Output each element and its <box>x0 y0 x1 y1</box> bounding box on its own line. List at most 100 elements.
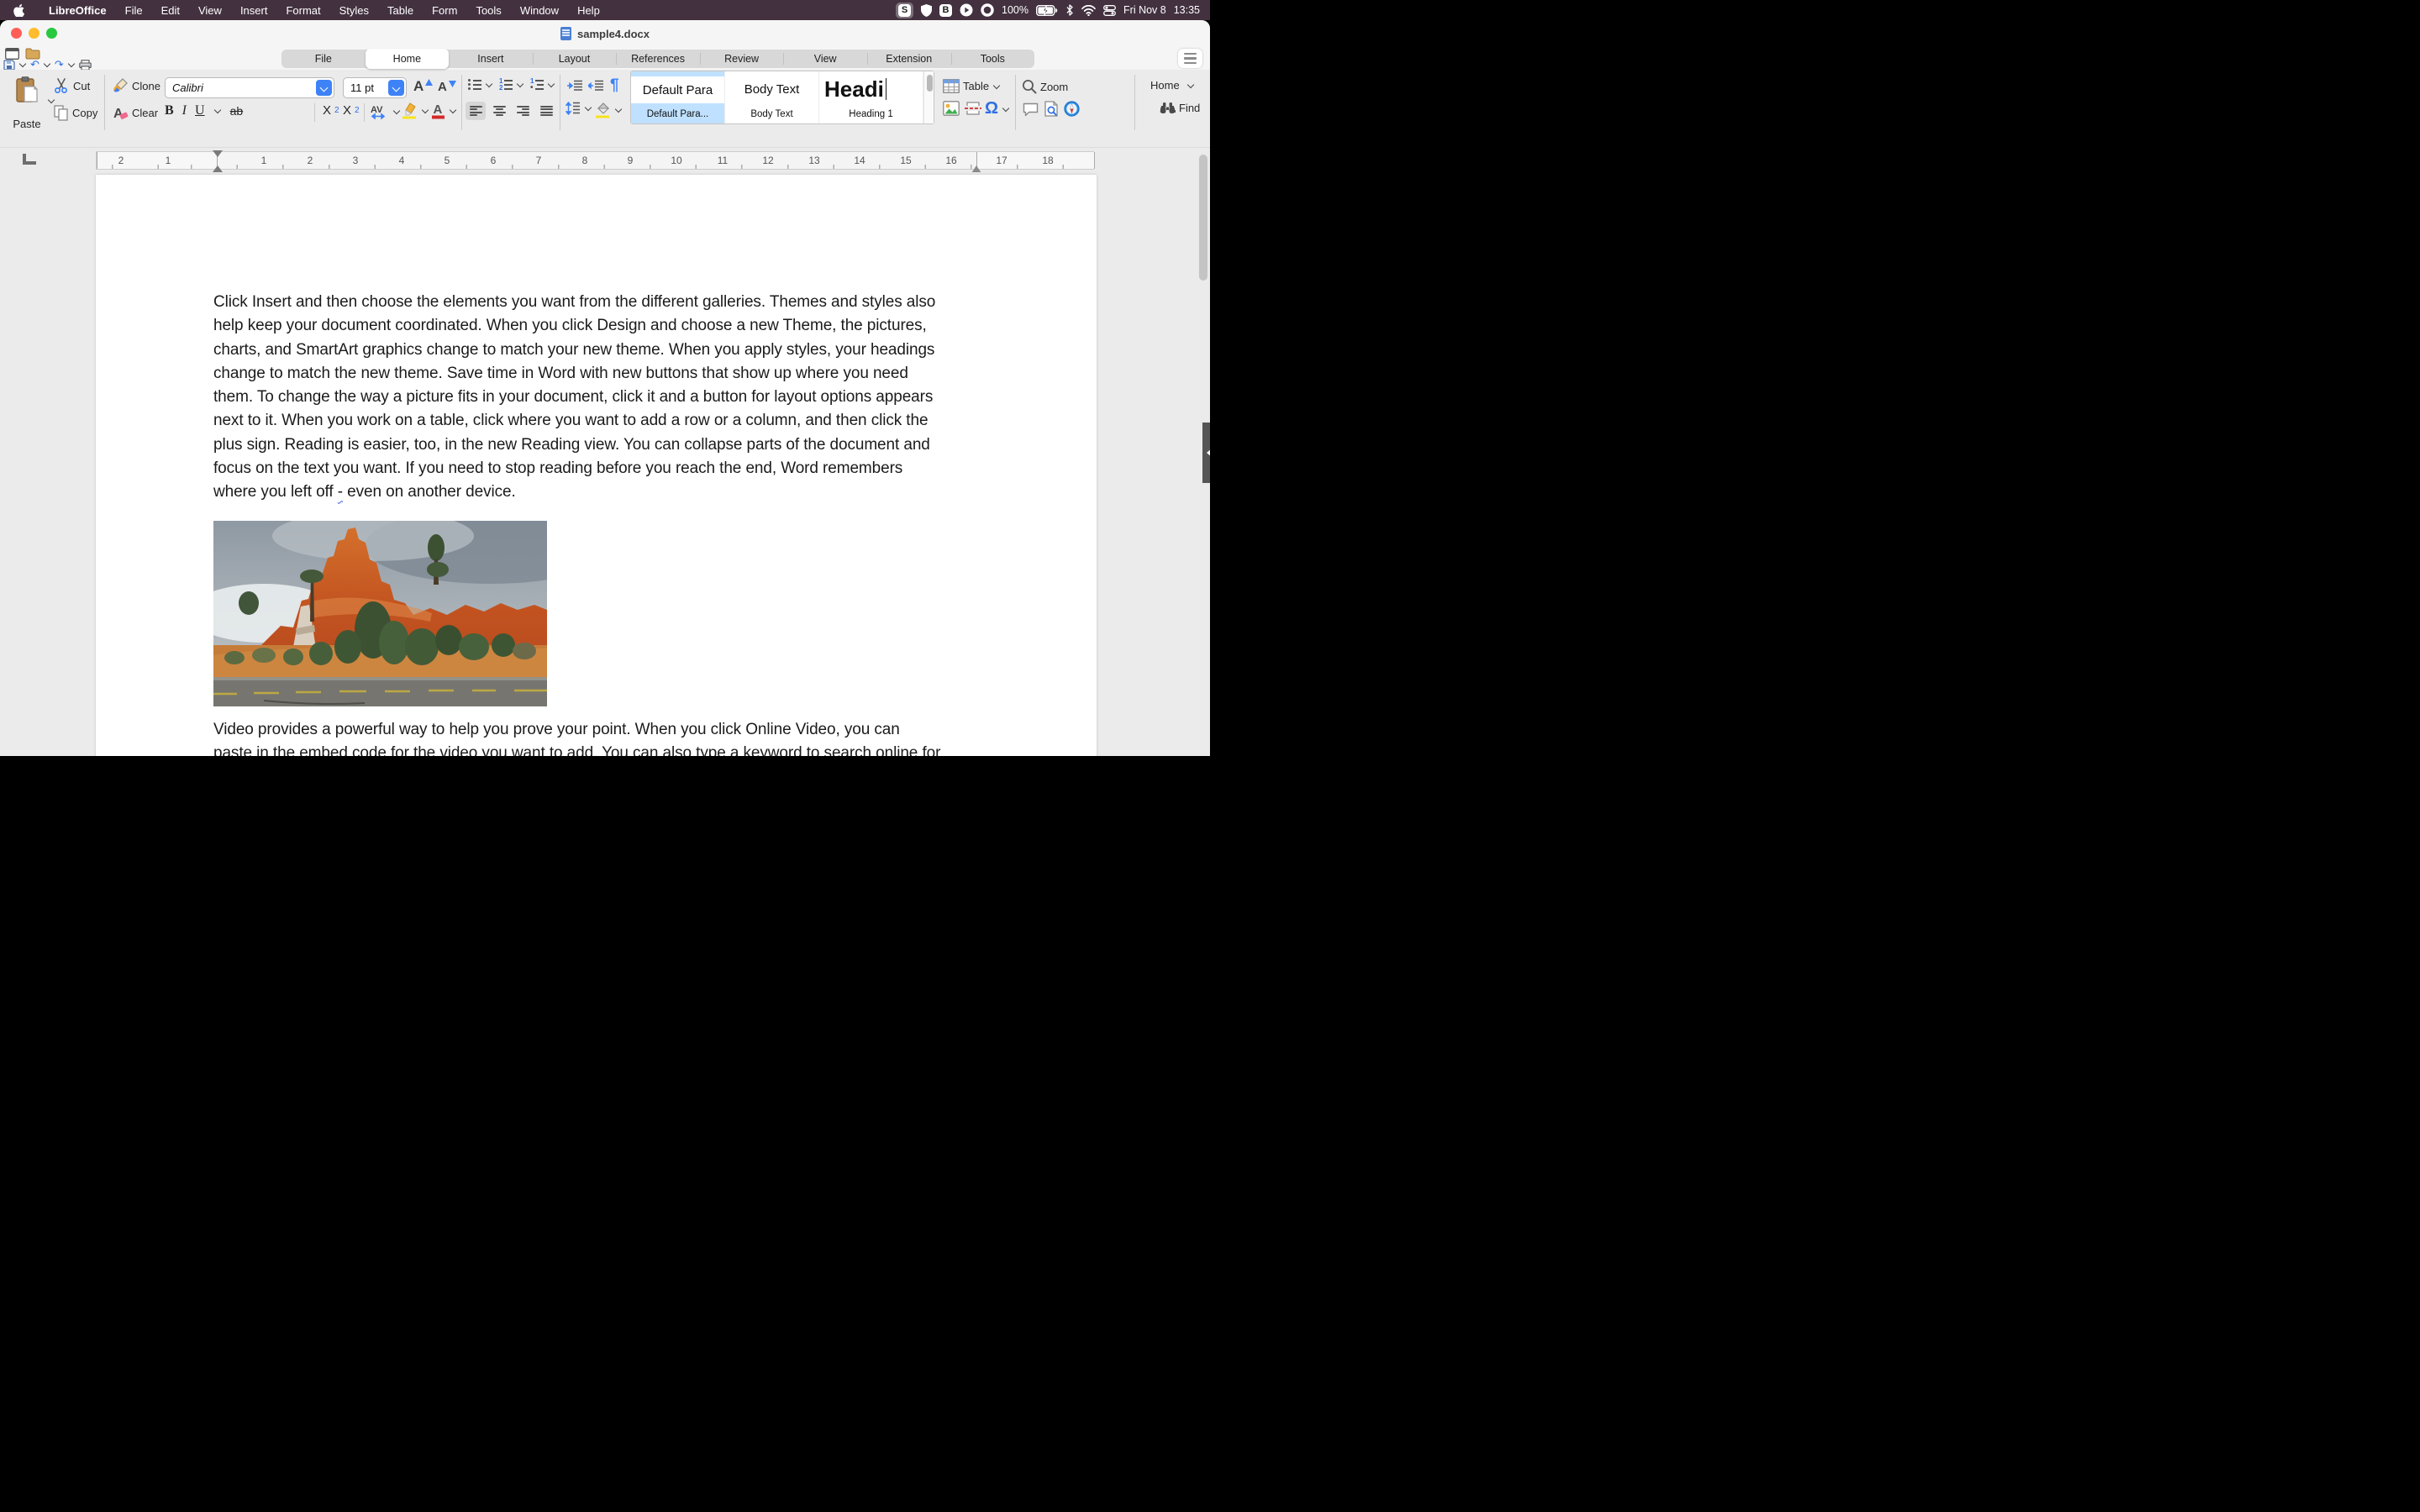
paragraph-background-button[interactable] <box>595 101 623 118</box>
line-spacing-dropdown-icon[interactable] <box>584 104 592 113</box>
save-dropdown-icon[interactable] <box>18 60 27 69</box>
template-icon[interactable] <box>5 48 19 60</box>
tab-file[interactable]: File <box>281 50 366 68</box>
menu-window[interactable]: Window <box>511 4 568 17</box>
font-size-combobox[interactable]: 11 pt <box>343 77 407 98</box>
style-heading-1[interactable]: Headi Heading 1 <box>819 71 923 123</box>
tab-home[interactable]: Home <box>366 49 450 69</box>
control-center-icon[interactable] <box>1103 5 1116 16</box>
decrease-indent-button[interactable] <box>588 80 604 92</box>
find-button[interactable]: Find <box>1160 102 1200 114</box>
insert-page-break-button[interactable] <box>965 101 981 116</box>
menu-file[interactable]: File <box>116 4 152 17</box>
tab-insert[interactable]: Insert <box>449 50 533 68</box>
underline-dropdown-icon[interactable] <box>213 107 222 115</box>
menu-tools[interactable]: Tools <box>466 4 510 17</box>
menu-format[interactable]: Format <box>276 4 329 17</box>
redo-dropdown-icon[interactable] <box>67 60 76 69</box>
formatting-marks-button[interactable]: ¶ <box>610 76 619 95</box>
menu-edit[interactable]: Edit <box>152 4 189 17</box>
font-color-button[interactable]: A <box>431 102 457 119</box>
grow-font-button[interactable]: A <box>413 78 433 95</box>
numbered-list-button[interactable]: 12 <box>499 80 524 90</box>
style-body-text[interactable]: Body Text Body Text <box>725 71 819 123</box>
menu-table[interactable]: Table <box>378 4 423 17</box>
tab-review[interactable]: Review <box>700 50 784 68</box>
styles-gallery-scrollbar[interactable] <box>923 71 934 123</box>
underline-button[interactable]: U <box>195 103 205 118</box>
right-indent-marker[interactable] <box>971 160 981 173</box>
shrink-font-button[interactable]: A <box>438 80 456 94</box>
align-center-button[interactable] <box>489 102 509 120</box>
special-character-button[interactable]: Ω <box>985 99 1010 118</box>
justify-button[interactable] <box>536 102 556 120</box>
bold-button[interactable]: B <box>165 103 174 118</box>
horizontal-ruler[interactable]: 2 1 1 2 3 4 5 6 7 8 9 10 11 12 13 14 15 … <box>96 151 1094 170</box>
font-size-dropdown-icon[interactable] <box>388 80 404 96</box>
print-icon[interactable] <box>79 60 92 71</box>
menu-help[interactable]: Help <box>568 4 609 17</box>
title-bar[interactable]: sample4.docx <box>0 20 1210 47</box>
char-spacing-dropdown-icon[interactable] <box>392 108 401 116</box>
insert-table-button[interactable]: Table <box>943 79 1001 93</box>
font-name-dropdown-icon[interactable] <box>316 80 332 96</box>
menubar-date[interactable]: Fri Nov 8 <box>1123 4 1166 16</box>
italic-button[interactable]: I <box>182 103 187 118</box>
tab-layout[interactable]: Layout <box>533 50 617 68</box>
highlight-dropdown-icon[interactable] <box>421 107 429 115</box>
save-icon[interactable] <box>3 60 15 71</box>
clear-formatting-button[interactable]: A Clear <box>113 105 158 121</box>
char-spacing-button[interactable]: AV <box>371 103 401 119</box>
document-view[interactable]: Click Insert and then choose the element… <box>0 172 1210 756</box>
paste-button[interactable]: Paste <box>5 75 49 130</box>
document-page[interactable]: Click Insert and then choose the element… <box>96 175 1097 756</box>
align-left-button[interactable] <box>466 102 486 120</box>
tab-view[interactable]: View <box>783 50 867 68</box>
bullet-list-dropdown-icon[interactable] <box>485 81 493 89</box>
font-name-combobox[interactable]: Calibri <box>165 77 334 98</box>
tab-stop-selector[interactable] <box>23 154 36 165</box>
section-home-dropdown-icon[interactable] <box>1186 81 1195 90</box>
menu-form[interactable]: Form <box>423 4 466 17</box>
tab-tools[interactable]: Tools <box>951 50 1035 68</box>
section-home-dropdown[interactable]: Home <box>1150 79 1195 92</box>
outline-list-button[interactable]: 1• <box>530 80 555 90</box>
paragraph-1[interactable]: Click Insert and then choose the element… <box>213 291 982 505</box>
print-preview-button[interactable] <box>1044 101 1059 117</box>
outline-list-dropdown-icon[interactable] <box>547 81 555 89</box>
special-character-dropdown-icon[interactable] <box>1002 105 1010 113</box>
table-dropdown-icon[interactable] <box>992 82 1001 91</box>
bullet-list-button[interactable] <box>468 80 493 90</box>
menu-styles[interactable]: Styles <box>330 4 378 17</box>
menubar-time[interactable]: 13:35 <box>1174 4 1200 16</box>
tab-references[interactable]: References <box>616 50 700 68</box>
strikethrough-button[interactable]: ab <box>230 104 244 118</box>
paste-dropdown-icon[interactable] <box>47 97 55 105</box>
vertical-scrollbar-thumb[interactable] <box>1199 155 1207 281</box>
superscript-button[interactable]: X2 <box>343 103 360 118</box>
numbered-list-dropdown-icon[interactable] <box>516 81 524 89</box>
menubar-toggle-button[interactable] <box>1178 49 1202 68</box>
ring-icon[interactable] <box>981 3 994 17</box>
status-app-s-icon[interactable]: S <box>896 3 913 18</box>
shield-icon[interactable] <box>921 4 932 17</box>
style-default-paragraph[interactable]: Default Para Default Para... <box>631 71 725 123</box>
menu-view[interactable]: View <box>189 4 231 17</box>
insert-comment-button[interactable] <box>1023 102 1039 117</box>
align-right-button[interactable] <box>513 102 533 120</box>
font-color-dropdown-icon[interactable] <box>449 107 457 115</box>
copy-button[interactable]: Copy <box>54 105 97 121</box>
undo-dropdown-icon[interactable] <box>43 60 51 69</box>
apple-logo-icon[interactable] <box>13 4 24 17</box>
tab-extension[interactable]: Extension <box>867 50 951 68</box>
wifi-icon[interactable] <box>1081 5 1096 16</box>
menu-insert[interactable]: Insert <box>231 4 277 17</box>
sidebar-collapse-handle[interactable] <box>1202 423 1210 483</box>
highlight-color-button[interactable] <box>402 102 429 119</box>
red-rock-canyon-photo[interactable] <box>213 521 547 706</box>
cut-button[interactable]: Cut <box>54 78 90 94</box>
play-circle-icon[interactable] <box>960 3 973 17</box>
bluetooth-icon[interactable] <box>1065 4 1074 16</box>
insert-image-button[interactable] <box>943 101 960 116</box>
status-app-b-icon[interactable]: B <box>939 4 952 17</box>
